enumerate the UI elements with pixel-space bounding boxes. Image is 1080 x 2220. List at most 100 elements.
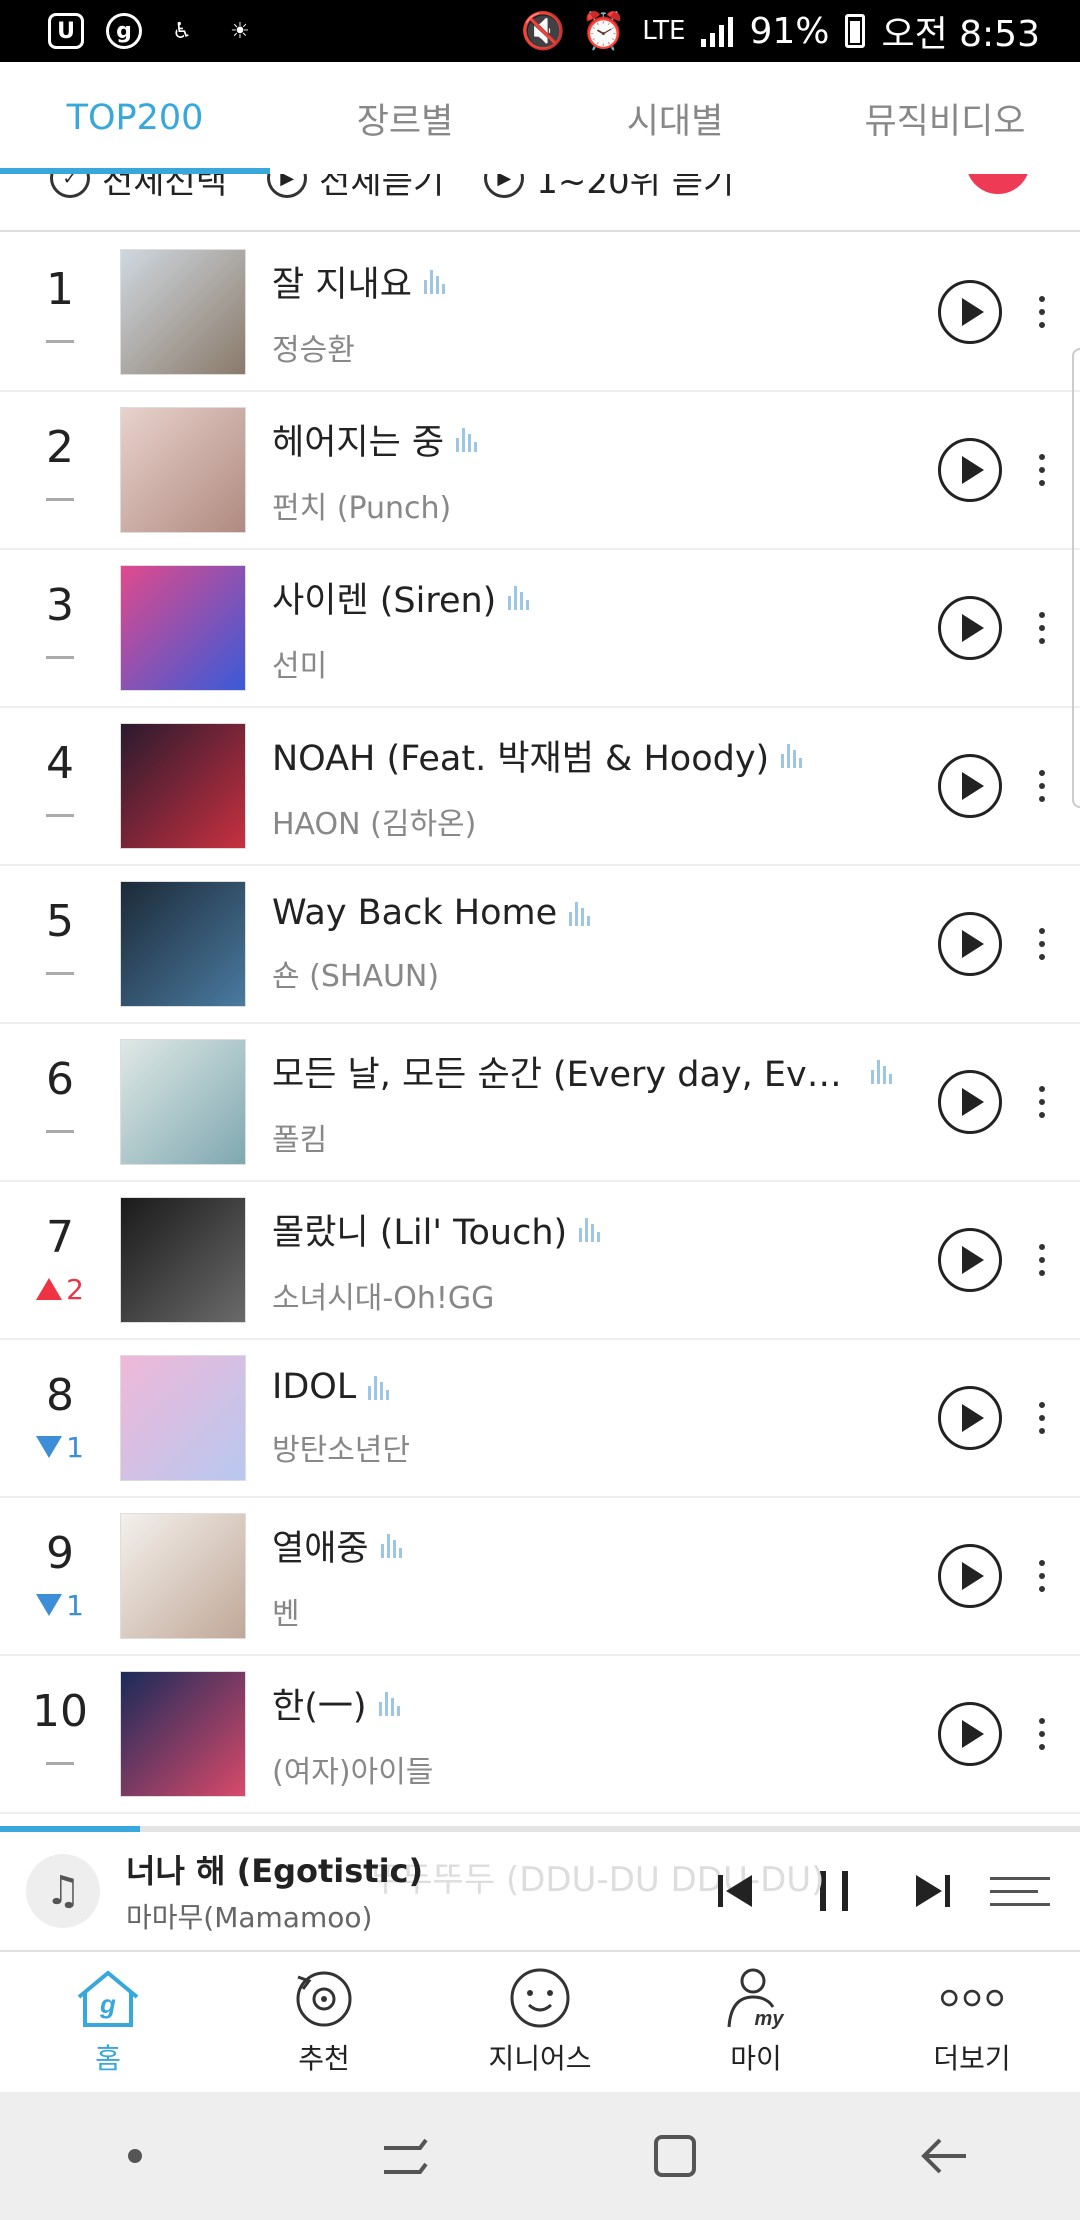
song-info[interactable]: NOAH (Feat. 박재범 & Hoody) HAON (김하온) [272, 730, 938, 843]
song-info[interactable]: 모든 날, 모든 순간 (Every day, Every Moment) 폴킴 [272, 1046, 938, 1159]
more-options-icon[interactable] [1032, 454, 1052, 486]
nav-more[interactable]: 더보기 [864, 1952, 1080, 2092]
rank-cell: 7 2 [0, 1212, 120, 1306]
play-button[interactable] [938, 1070, 1002, 1134]
tab-music-video[interactable]: 뮤직비디오 [810, 62, 1080, 174]
more-options-icon[interactable] [1032, 1086, 1052, 1118]
more-options-icon[interactable] [1032, 770, 1052, 802]
play-button[interactable] [938, 1386, 1002, 1450]
song-info[interactable]: Way Back Home 숀 (SHAUN) [272, 893, 938, 995]
more-options-icon[interactable] [1032, 612, 1052, 644]
rank-same-indicator [46, 800, 74, 830]
tab-top200[interactable]: TOP200 [0, 62, 270, 174]
song-info[interactable]: 잘 지내요 정승환 [272, 256, 938, 369]
album-cover[interactable] [120, 1039, 246, 1165]
more-options-icon[interactable] [1032, 1560, 1052, 1592]
nav-my[interactable]: my 마이 [648, 1952, 864, 2092]
song-row[interactable]: 10 한(一) (여자)아이들 [0, 1656, 1080, 1814]
battery-percent: 91% [749, 10, 830, 52]
rank-same-indicator [46, 326, 74, 356]
my-icon: my [721, 1967, 791, 2029]
song-title: 사이렌 (Siren) [272, 580, 497, 621]
song-row[interactable]: 9 1 열애중 벤 [0, 1498, 1080, 1656]
mini-player[interactable]: 뚜두뚜두 (DDU-DU DDU-DU) ♫ 너나 해 (Egotistic) … [0, 1832, 1080, 1950]
album-cover[interactable] [120, 1513, 246, 1639]
album-cover[interactable] [120, 881, 246, 1007]
rank-cell: 10 [0, 1690, 120, 1778]
equalizer-icon [508, 584, 530, 610]
rank-cell: 9 1 [0, 1532, 120, 1622]
song-title: NOAH (Feat. 박재범 & Hoody) [272, 738, 770, 779]
playlist-icon[interactable] [990, 1876, 1050, 1906]
nav-recommend[interactable]: 추천 [216, 1952, 432, 2092]
mute-icon: 🔇 [520, 11, 566, 52]
previous-track-icon[interactable] [718, 1875, 754, 1907]
rank-up-indicator: 2 [36, 1272, 84, 1306]
rank-same-indicator [46, 642, 74, 672]
song-info[interactable]: 몰랐니 (Lil' Touch) 소녀시대-Oh!GG [272, 1204, 938, 1317]
song-info[interactable]: IDOL 방탄소년단 [272, 1367, 938, 1469]
play-button[interactable] [938, 280, 1002, 344]
song-info[interactable]: 한(一) (여자)아이들 [272, 1678, 938, 1791]
recents-icon[interactable] [365, 2126, 445, 2186]
album-cover[interactable] [120, 1355, 246, 1481]
song-row[interactable]: 3 사이렌 (Siren) 선미 [0, 550, 1080, 708]
album-cover[interactable] [120, 407, 246, 533]
scrollbar-handle[interactable] [1072, 348, 1080, 808]
album-cover[interactable] [120, 1671, 246, 1797]
next-track-icon[interactable] [914, 1875, 950, 1907]
song-title: 헤어지는 중 [272, 422, 445, 463]
more-options-icon[interactable] [1032, 296, 1052, 328]
song-row[interactable]: 1 잘 지내요 정승환 [0, 234, 1080, 392]
dot-icon[interactable] [95, 2126, 175, 2186]
play-button[interactable] [938, 596, 1002, 660]
status-bar: U g ♿ ☀ 🔇 ⏰ LTE 91% 오전 8:53 [0, 0, 1080, 62]
equalizer-icon [423, 268, 445, 294]
rank-cell: 1 [0, 268, 120, 356]
more-options-icon[interactable] [1032, 928, 1052, 960]
song-row[interactable]: 5 Way Back Home 숀 (SHAUN) [0, 866, 1080, 1024]
song-list: 1 잘 지내요 정승환 2 헤어지는 중 펀치 (Punch) 3 사이렌 (S… [0, 234, 1080, 1814]
song-info[interactable]: 사이렌 (Siren) 선미 [272, 572, 938, 685]
tab-era[interactable]: 시대별 [540, 62, 810, 174]
album-cover[interactable] [120, 1197, 246, 1323]
home-button-icon[interactable] [635, 2126, 715, 2186]
nav-home-label: 홈 [95, 2042, 121, 2075]
nav-genius[interactable]: 지니어스 [432, 1952, 648, 2092]
rank-change-value: 2 [66, 1272, 84, 1306]
play-button[interactable] [938, 1702, 1002, 1766]
song-row[interactable]: 4 NOAH (Feat. 박재범 & Hoody) HAON (김하온) [0, 708, 1080, 866]
rank-cell: 5 [0, 900, 120, 988]
song-row[interactable]: 7 2 몰랐니 (Lil' Touch) 소녀시대-Oh!GG [0, 1182, 1080, 1340]
rank-number: 7 [46, 1212, 74, 1263]
back-icon[interactable] [905, 2126, 985, 2186]
song-row[interactable]: 8 1 IDOL 방탄소년단 [0, 1340, 1080, 1498]
rank-number: 10 [32, 1686, 88, 1737]
more-options-icon[interactable] [1032, 1244, 1052, 1276]
nav-more-label: 더보기 [933, 2042, 1011, 2075]
album-cover[interactable] [120, 249, 246, 375]
play-button[interactable] [938, 1544, 1002, 1608]
rank-number: 2 [46, 422, 74, 473]
accessibility-icon: ♿ [172, 18, 192, 44]
home-icon: g [73, 1967, 143, 2029]
song-info[interactable]: 헤어지는 중 펀치 (Punch) [272, 414, 938, 527]
app-notification-icon: U [48, 13, 84, 49]
nav-home[interactable]: g 홈 [0, 1952, 216, 2092]
battery-icon [845, 14, 866, 48]
album-cover[interactable] [120, 565, 246, 691]
play-button[interactable] [938, 1228, 1002, 1292]
more-options-icon[interactable] [1032, 1402, 1052, 1434]
album-cover[interactable] [120, 723, 246, 849]
play-button[interactable] [938, 438, 1002, 502]
song-row[interactable]: 2 헤어지는 중 펀치 (Punch) [0, 392, 1080, 550]
more-options-icon[interactable] [1032, 1718, 1052, 1750]
song-info[interactable]: 열애중 벤 [272, 1520, 938, 1633]
play-button[interactable] [938, 754, 1002, 818]
rank-up-icon [36, 1278, 63, 1300]
song-row[interactable]: 6 모든 날, 모든 순간 (Every day, Every Moment) … [0, 1024, 1080, 1182]
tab-genre[interactable]: 장르별 [270, 62, 540, 174]
recommend-icon [289, 1967, 359, 2029]
equalizer-icon [579, 1216, 601, 1242]
play-button[interactable] [938, 912, 1002, 976]
